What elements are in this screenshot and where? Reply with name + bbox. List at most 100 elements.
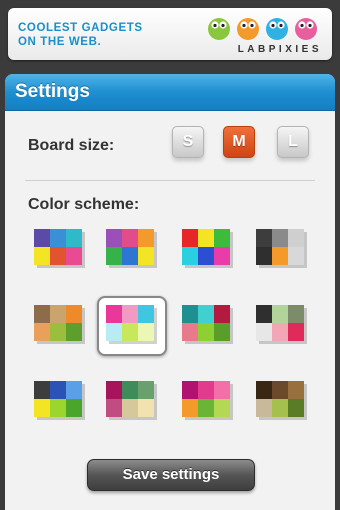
color-scheme-swatch <box>182 305 230 341</box>
color-scheme-option[interactable] <box>27 374 93 430</box>
swatch-tile <box>272 323 288 341</box>
swatch-tile <box>122 305 138 323</box>
board-size-m-button[interactable]: M <box>223 126 255 158</box>
swatch-tile <box>214 229 230 247</box>
swatch-tile <box>138 229 154 247</box>
color-scheme-option[interactable] <box>99 222 165 278</box>
color-scheme-option[interactable] <box>99 374 165 430</box>
swatch-tile <box>198 305 214 323</box>
swatch-tile <box>198 247 214 265</box>
board-size-s-button[interactable]: S <box>172 126 204 158</box>
color-scheme-swatch <box>34 305 82 341</box>
color-scheme-option[interactable] <box>249 222 315 278</box>
swatch-tile <box>256 323 272 341</box>
color-scheme-option[interactable] <box>175 298 241 354</box>
swatch-tile <box>66 399 82 417</box>
creature-pupil <box>242 23 246 28</box>
color-scheme-swatch <box>182 381 230 417</box>
swatch-tile <box>214 305 230 323</box>
swatch-tile <box>256 399 272 417</box>
swatch-tile <box>256 229 272 247</box>
swatch-tile <box>272 247 288 265</box>
banner-tagline: COOLEST GADGETS ON THE WEB. <box>18 21 143 49</box>
color-scheme-label: Color scheme: <box>28 196 140 213</box>
creature-body <box>295 18 317 40</box>
settings-panel: Settings Board size: SML Color scheme: S… <box>5 74 335 510</box>
swatch-tile <box>256 247 272 265</box>
swatch-tile <box>50 305 66 323</box>
swatch-tile <box>214 323 230 341</box>
swatch-tile <box>50 247 66 265</box>
swatch-tile <box>106 229 122 247</box>
swatch-tile <box>288 399 304 417</box>
swatch-tile <box>272 399 288 417</box>
swatch-tile <box>214 247 230 265</box>
swatch-tile <box>50 323 66 341</box>
swatch-tile <box>122 247 138 265</box>
swatch-tile <box>106 323 122 341</box>
swatch-tile <box>198 229 214 247</box>
swatch-tile <box>256 381 272 399</box>
color-scheme-swatch <box>182 229 230 265</box>
color-scheme-option[interactable] <box>249 374 315 430</box>
swatch-tile <box>198 381 214 399</box>
brand-name: LABPIXIES <box>237 44 322 55</box>
swatch-tile <box>272 305 288 323</box>
color-scheme-option[interactable] <box>175 374 241 430</box>
color-scheme-swatch <box>106 381 154 417</box>
swatch-tile <box>106 305 122 323</box>
swatch-tile <box>288 323 304 341</box>
tagline-line-2: ON THE WEB. <box>18 36 102 48</box>
color-scheme-option[interactable] <box>175 222 241 278</box>
swatch-tile <box>34 247 50 265</box>
swatch-tile <box>256 305 272 323</box>
swatch-tile <box>272 229 288 247</box>
creature-pupil <box>300 23 304 28</box>
swatch-tile <box>50 399 66 417</box>
color-scheme-option[interactable] <box>27 222 93 278</box>
tagline-line-1: COOLEST GADGETS <box>18 22 143 34</box>
swatch-tile <box>198 323 214 341</box>
creature-pupil <box>308 23 312 28</box>
swatch-tile <box>122 229 138 247</box>
swatch-tile <box>66 381 82 399</box>
color-scheme-swatch <box>106 305 154 341</box>
color-scheme-option[interactable] <box>27 298 93 354</box>
swatch-tile <box>138 305 154 323</box>
swatch-tile <box>182 323 198 341</box>
swatch-tile <box>34 305 50 323</box>
swatch-tile <box>288 381 304 399</box>
swatch-tile <box>182 229 198 247</box>
board-size-label: Board size: <box>28 137 115 154</box>
swatch-tile <box>34 229 50 247</box>
swatch-tile <box>182 399 198 417</box>
divider <box>25 180 315 181</box>
creature-pupil <box>213 23 217 28</box>
labpixies-banner[interactable]: COOLEST GADGETS ON THE WEB. LABPIXIES <box>8 8 332 60</box>
swatch-tile <box>272 381 288 399</box>
swatch-tile <box>138 323 154 341</box>
color-scheme-option[interactable] <box>97 296 167 356</box>
swatch-tile <box>182 381 198 399</box>
save-settings-button[interactable]: Save settings <box>87 459 255 491</box>
board-size-l-button[interactable]: L <box>277 126 309 158</box>
swatch-tile <box>66 229 82 247</box>
swatch-tile <box>182 305 198 323</box>
swatch-tile <box>122 399 138 417</box>
color-scheme-swatch <box>256 305 304 341</box>
color-scheme-swatch <box>106 229 154 265</box>
swatch-tile <box>122 323 138 341</box>
creature-pupil <box>279 23 283 28</box>
swatch-tile <box>182 247 198 265</box>
swatch-tile <box>34 323 50 341</box>
swatch-tile <box>288 247 304 265</box>
swatch-tile <box>50 229 66 247</box>
swatch-tile <box>138 247 154 265</box>
color-scheme-option[interactable] <box>249 298 315 354</box>
swatch-tile <box>66 305 82 323</box>
swatch-tile <box>66 247 82 265</box>
color-scheme-swatch <box>256 229 304 265</box>
color-scheme-swatch <box>34 229 82 265</box>
swatch-tile <box>66 323 82 341</box>
swatch-tile <box>106 381 122 399</box>
